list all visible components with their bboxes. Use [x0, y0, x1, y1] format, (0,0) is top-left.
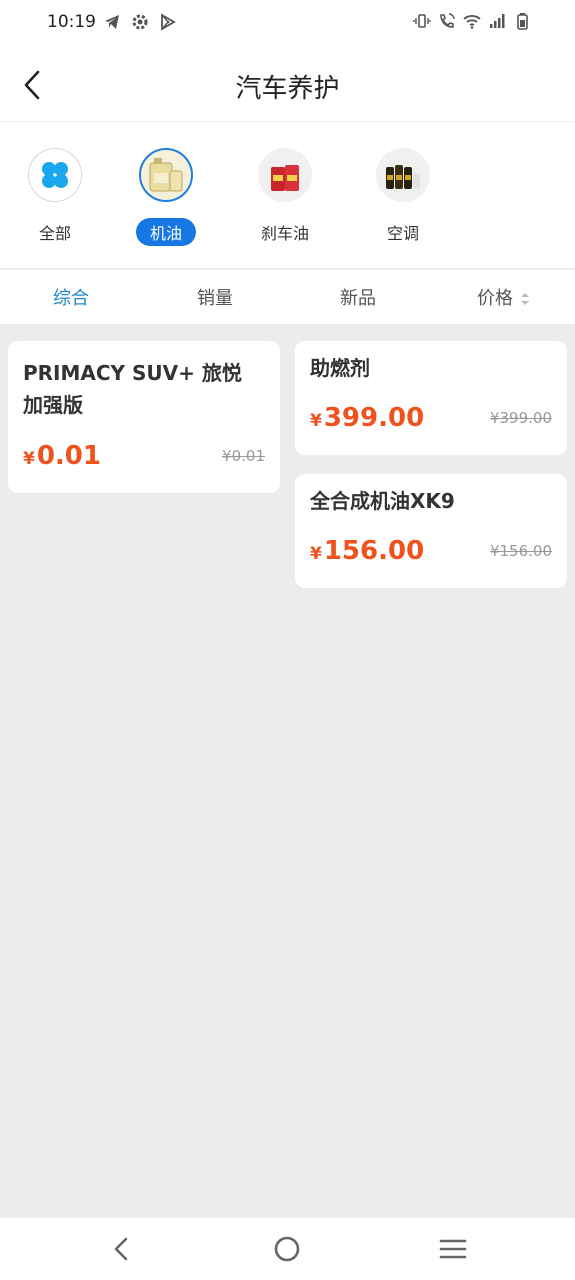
nav-home-icon[interactable]	[272, 1234, 302, 1264]
sort-price[interactable]: 价格	[477, 284, 529, 310]
product-price: ¥156.00	[310, 536, 424, 566]
category-air-conditioning-thumb	[376, 148, 430, 202]
currency-symbol: ¥	[310, 544, 322, 564]
product-price: ¥0.01	[23, 441, 101, 471]
category-label: 全部	[38, 224, 71, 243]
product-name: 助燃剂	[310, 356, 370, 380]
signal-icon	[490, 14, 505, 28]
product-original-price: ¥156.00	[489, 542, 552, 560]
currency-symbol: ¥	[310, 411, 322, 431]
settings-gear-icon	[132, 14, 148, 30]
sort-arrows-icon	[521, 293, 529, 305]
sort-comprehensive[interactable]: 综合	[53, 284, 89, 310]
brake-fluid-bottles-image	[271, 159, 299, 191]
nav-back-icon[interactable]	[107, 1234, 137, 1264]
wifi-icon	[463, 15, 481, 29]
category-label: 机油	[135, 218, 196, 246]
ac-cleaner-bottles-image	[386, 165, 420, 189]
category-engine-oil[interactable]: 机油	[111, 148, 221, 246]
category-air-conditioning[interactable]: 空调	[348, 148, 458, 246]
product-original-price: ¥399.00	[489, 409, 552, 427]
page-title: 汽车养护	[235, 74, 340, 104]
four-leaf-grid-icon	[42, 162, 68, 188]
play-store-icon	[161, 13, 176, 31]
vibrate-icon	[413, 14, 431, 28]
status-bar: 10:19	[0, 0, 575, 48]
product-original-price: ¥0.01	[222, 447, 265, 465]
sort-price-label: 价格	[477, 288, 513, 309]
price-value: 156.00	[323, 536, 425, 566]
system-nav-bar	[0, 1218, 575, 1280]
status-left-icons	[103, 13, 177, 31]
product-card[interactable]: 助燃剂 ¥399.00 ¥399.00	[295, 341, 567, 455]
sort-sales[interactable]: 销量	[197, 284, 233, 310]
product-name: 全合成机油XK9	[310, 489, 455, 513]
price-value: 399.00	[323, 403, 425, 433]
category-label: 刹车油	[260, 224, 309, 243]
category-engine-oil-thumb	[139, 148, 193, 202]
status-right-icons	[413, 12, 531, 30]
telegram-icon	[105, 15, 119, 29]
category-all[interactable]: 全部	[0, 148, 110, 246]
product-name: PRIMACY SUV+ 旅悦 加强版	[23, 361, 242, 417]
category-row: 全部 机油 刹车油 空调	[0, 122, 575, 268]
price-value: 0.01	[36, 441, 101, 471]
category-label: 空调	[386, 224, 419, 243]
wifi-call-icon	[440, 13, 455, 28]
product-card[interactable]: 全合成机油XK9 ¥156.00 ¥156.00	[295, 474, 567, 588]
status-time: 10:19	[47, 12, 96, 32]
product-price: ¥399.00	[310, 403, 424, 433]
battery-icon	[517, 13, 528, 30]
oil-jug-image	[149, 158, 183, 192]
category-brake-fluid[interactable]: 刹车油	[230, 148, 340, 246]
currency-symbol: ¥	[23, 449, 35, 469]
sort-new[interactable]: 新品	[340, 284, 376, 310]
product-card[interactable]: PRIMACY SUV+ 旅悦 加强版 ¥0.01 ¥0.01	[8, 341, 280, 493]
category-all-thumb	[28, 148, 82, 202]
category-brake-fluid-thumb	[258, 148, 312, 202]
header: 汽车养护	[0, 48, 575, 122]
sort-bar: 综合 销量 新品 价格	[0, 270, 575, 324]
nav-menu-icon[interactable]	[438, 1234, 468, 1264]
